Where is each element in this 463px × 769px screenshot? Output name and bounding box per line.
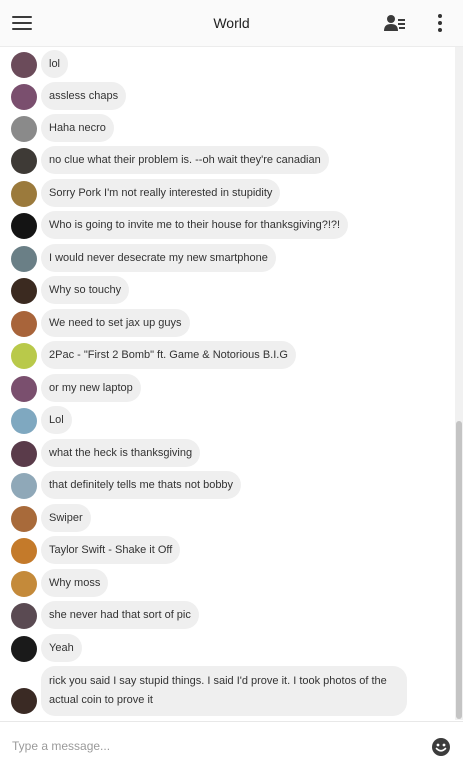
user-avatar[interactable] [11,538,37,564]
message-bubble: Swiper [41,504,91,532]
user-avatar[interactable] [11,148,37,174]
user-avatar[interactable] [11,636,37,662]
message-bubble: We need to set jax up guys [41,309,190,337]
message-row: Sorry Pork I'm not really interested in … [0,179,455,207]
message-bubble: Yeah [41,634,82,662]
user-avatar[interactable] [11,116,37,142]
user-avatar[interactable] [11,311,37,337]
message-bubble: assless chaps [41,82,127,110]
message-row: Lol [0,406,455,434]
message-bubble: rick you said I say stupid things. I sai… [41,666,407,716]
message-row: Who is going to invite me to their house… [0,211,455,239]
message-row: We need to set jax up guys [0,309,455,337]
message-row: lol [0,50,455,78]
message-bubble: that definitely tells me thats not bobby [41,471,242,499]
user-avatar[interactable] [11,246,37,272]
message-bubble: I would never desecrate my new smartphon… [41,244,276,272]
message-composer [0,721,463,769]
message-row: Why so touchy [0,276,455,304]
message-row: Swiper [0,504,455,532]
scrollbar-thumb[interactable] [456,421,462,719]
message-bubble: or my new laptop [41,374,141,402]
people-list-icon[interactable] [384,13,406,33]
more-vert-icon[interactable] [433,12,447,34]
app-header: World [0,0,463,47]
user-avatar[interactable] [11,571,37,597]
message-bubble: Lol [41,406,72,434]
message-bubble: Why moss [41,569,109,597]
message-row: what the heck is thanksgiving [0,439,455,467]
user-avatar[interactable] [11,408,37,434]
message-row: Why moss [0,569,455,597]
user-avatar[interactable] [11,441,37,467]
message-row: that definitely tells me thats not bobby [0,471,455,499]
message-row: rick you said I say stupid things. I sai… [0,666,455,716]
user-avatar[interactable] [11,181,37,207]
message-row: I would never desecrate my new smartphon… [0,244,455,272]
user-avatar[interactable] [11,343,37,369]
message-bubble: 2Pac - "First 2 Bomb" ft. Game & Notorio… [41,341,296,369]
message-bubble: Taylor Swift - Shake it Off [41,536,181,564]
message-row: 2Pac - "First 2 Bomb" ft. Game & Notorio… [0,341,455,369]
message-bubble: what the heck is thanksgiving [41,439,201,467]
message-bubble: no clue what their problem is. --oh wait… [41,146,329,174]
message-bubble: Why so touchy [41,276,130,304]
user-avatar[interactable] [11,688,37,714]
user-avatar[interactable] [11,52,37,78]
message-row: or my new laptop [0,374,455,402]
user-avatar[interactable] [11,506,37,532]
message-bubble: Sorry Pork I'm not really interested in … [41,179,281,207]
message-input[interactable] [12,736,407,756]
message-row: Yeah [0,634,455,662]
message-bubble: Who is going to invite me to their house… [41,211,349,239]
message-list[interactable]: lol assless chaps Haha necro no clue wha… [0,47,455,720]
user-avatar[interactable] [11,473,37,499]
emoji-smiley-icon[interactable] [431,737,451,757]
user-avatar[interactable] [11,603,37,629]
message-row: Haha necro [0,114,455,142]
user-avatar[interactable] [11,84,37,110]
user-avatar[interactable] [11,376,37,402]
message-row: Taylor Swift - Shake it Off [0,536,455,564]
message-bubble: she never had that sort of pic [41,601,199,629]
user-avatar[interactable] [11,213,37,239]
message-bubble: Haha necro [41,114,114,142]
message-row: assless chaps [0,82,455,110]
message-row: she never had that sort of pic [0,601,455,629]
message-row: no clue what their problem is. --oh wait… [0,146,455,174]
user-avatar[interactable] [11,278,37,304]
message-bubble: lol [41,50,69,78]
